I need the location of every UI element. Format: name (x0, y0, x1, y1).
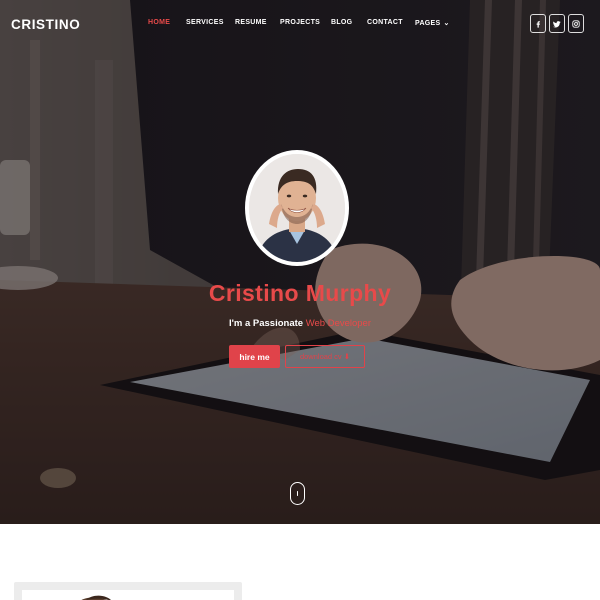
about-photo (81, 595, 111, 600)
nav-item-home[interactable]: HOME (148, 19, 170, 26)
nav-item-pages[interactable]: PAGES ⌄ (415, 19, 450, 27)
hero-tagline-role: Web Developer (305, 318, 372, 329)
nav-item-blog[interactable]: BLOG (331, 19, 352, 26)
chevron-down-icon: ⌄ (443, 20, 450, 27)
scroll-wheel (296, 491, 299, 496)
profile-photo (249, 154, 345, 262)
nav-item-contact[interactable]: CONTACT (367, 19, 403, 26)
hero-section: CRISTINO HOME SERVICES RESUME PROJECTS B… (0, 0, 600, 524)
nav-item-projects[interactable]: PROJECTS (280, 19, 320, 26)
hero-tagline-prefix: I'm a Passionate (228, 318, 306, 329)
profile-avatar (245, 150, 349, 266)
hero-tagline: I'm a Passionate Web Developer (0, 318, 600, 329)
hero-name: Cristino Murphy (208, 280, 392, 306)
twitter-button[interactable] (549, 14, 565, 33)
nav-item-services[interactable]: SERVICES (186, 19, 224, 26)
scroll-down-icon[interactable] (290, 482, 305, 505)
brand-logo[interactable]: CRISTINO (11, 17, 80, 32)
facebook-icon (536, 20, 540, 28)
nav-item-pages-label: PAGES (415, 20, 441, 27)
hire-me-button[interactable]: hire me (229, 345, 280, 368)
about-card (14, 582, 242, 600)
download-cv-button[interactable]: download cv ⬇ (285, 345, 365, 368)
nav-item-resume[interactable]: RESUME (235, 19, 267, 26)
about-card-inner (22, 590, 234, 600)
instagram-button[interactable] (568, 14, 584, 33)
twitter-icon (553, 20, 561, 28)
facebook-button[interactable] (530, 14, 546, 33)
instagram-icon (572, 19, 580, 28)
